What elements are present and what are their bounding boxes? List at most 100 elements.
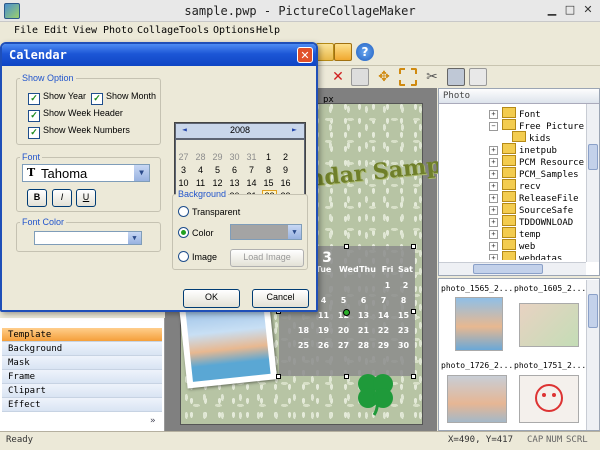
- scrollbar-thumb[interactable]: [588, 294, 598, 328]
- resize-handle[interactable]: [411, 244, 416, 249]
- calendar-day[interactable]: 3: [177, 165, 190, 175]
- calendar-day[interactable]: 12: [211, 178, 224, 188]
- expand-icon[interactable]: +: [489, 182, 498, 191]
- calendar-day[interactable]: 1: [262, 152, 275, 162]
- chevron-down-icon[interactable]: ▼: [134, 165, 149, 181]
- rotate-handle[interactable]: [343, 309, 350, 316]
- calendar-day[interactable]: 31: [245, 152, 258, 162]
- chevron-down-icon[interactable]: ▼: [288, 225, 301, 239]
- expand-icon[interactable]: +: [489, 170, 498, 179]
- panel-item-effect[interactable]: Effect: [2, 398, 162, 412]
- expand-icon[interactable]: +: [489, 146, 498, 155]
- save-icon[interactable]: [316, 43, 334, 61]
- menu-tools[interactable]: Tools: [179, 25, 209, 36]
- calendar-day[interactable]: 7: [245, 165, 258, 175]
- calendar-day[interactable]: 11: [194, 178, 207, 188]
- calendar-day[interactable]: 13: [228, 178, 241, 188]
- expand-icon[interactable]: +: [489, 218, 498, 227]
- menu-help[interactable]: Help: [256, 25, 280, 36]
- cancel-button[interactable]: Cancel: [252, 289, 309, 308]
- tree-item[interactable]: + webdatas: [489, 251, 562, 260]
- calendar-day[interactable]: 5: [211, 165, 224, 175]
- italic-button[interactable]: I: [52, 189, 72, 207]
- expand-icon[interactable]: +: [489, 110, 498, 119]
- delete-icon[interactable]: ✕: [329, 68, 347, 86]
- calendar-day[interactable]: 16: [279, 178, 292, 188]
- underline-button[interactable]: U: [76, 189, 96, 207]
- expand-icon[interactable]: +: [489, 158, 498, 167]
- panel-item-clipart[interactable]: Clipart: [2, 384, 162, 398]
- panel-item-template[interactable]: Template: [2, 328, 162, 342]
- resize-handle[interactable]: [411, 374, 416, 379]
- next-year-icon[interactable]: ►: [292, 125, 297, 134]
- calendar-day[interactable]: 15: [262, 178, 275, 188]
- expand-icon[interactable]: +: [489, 230, 498, 239]
- dialog-close-icon[interactable]: ✕: [297, 47, 313, 63]
- font-color-select[interactable]: ▼: [34, 231, 142, 245]
- resize-handle[interactable]: [411, 309, 416, 314]
- vertical-scrollbar[interactable]: [586, 104, 599, 262]
- calendar-day[interactable]: 6: [228, 165, 241, 175]
- menu-options[interactable]: Options: [213, 25, 255, 36]
- calendar-day[interactable]: 14: [245, 178, 258, 188]
- font-select[interactable]: T Tahoma ▼: [22, 164, 150, 182]
- show-week-header-checkbox[interactable]: ✓ Show Week Header: [28, 108, 123, 122]
- show-week-numbers-checkbox[interactable]: ✓ Show Week Numbers: [28, 125, 130, 139]
- menu-file[interactable]: File: [14, 25, 38, 36]
- move-icon[interactable]: ✥: [375, 68, 393, 86]
- color-radio[interactable]: Color: [178, 227, 214, 238]
- show-year-checkbox[interactable]: ✓ Show Year: [28, 91, 86, 105]
- copy-icon[interactable]: [447, 68, 465, 86]
- expand-icon[interactable]: +: [489, 242, 498, 251]
- expand-icon[interactable]: +: [489, 206, 498, 215]
- prev-year-icon[interactable]: ◄: [182, 125, 187, 134]
- resize-handle[interactable]: [276, 374, 281, 379]
- thumbnail-scrollbar[interactable]: [586, 280, 599, 430]
- calendar-day[interactable]: 27: [177, 152, 190, 162]
- rotate-icon[interactable]: [351, 68, 369, 86]
- maximize-icon[interactable]: □: [562, 3, 578, 18]
- open-folder-icon[interactable]: [334, 43, 352, 61]
- ok-button[interactable]: OK: [183, 289, 240, 308]
- expand-panel-icon[interactable]: »: [150, 416, 155, 426]
- minimize-icon[interactable]: ▁: [544, 3, 560, 18]
- crop-icon[interactable]: [399, 68, 417, 86]
- horizontal-scrollbar[interactable]: [439, 262, 586, 275]
- chevron-down-icon[interactable]: ▼: [128, 232, 141, 244]
- menu-collage[interactable]: Collage: [137, 25, 179, 36]
- transparent-radio[interactable]: Transparent: [178, 206, 240, 217]
- menu-photo[interactable]: Photo: [103, 25, 133, 36]
- help-icon[interactable]: ?: [356, 43, 374, 61]
- scrollbar-thumb[interactable]: [588, 144, 598, 170]
- panel-item-background[interactable]: Background: [2, 342, 162, 356]
- show-month-checkbox[interactable]: ✓ Show Month: [91, 91, 156, 105]
- clover-clipart[interactable]: [352, 370, 398, 416]
- scrollbar-thumb[interactable]: [473, 264, 543, 274]
- menu-edit[interactable]: Edit: [44, 25, 68, 36]
- load-image-button[interactable]: Load Image: [230, 249, 304, 267]
- bold-button[interactable]: B: [27, 189, 47, 207]
- calendar-day[interactable]: 9: [279, 165, 292, 175]
- paste-icon[interactable]: [469, 68, 487, 86]
- calendar-day[interactable]: 28: [194, 152, 207, 162]
- image-radio[interactable]: Image: [178, 251, 217, 262]
- calendar-day[interactable]: 30: [228, 152, 241, 162]
- resize-handle[interactable]: [344, 374, 349, 379]
- close-window-icon[interactable]: ✕: [580, 3, 596, 18]
- panel-item-frame[interactable]: Frame: [2, 370, 162, 384]
- menu-view[interactable]: View: [73, 25, 97, 36]
- cut-icon[interactable]: ✂: [423, 68, 441, 86]
- photo-thumbnail[interactable]: [447, 375, 507, 423]
- photo-thumbnail[interactable]: [519, 375, 579, 423]
- expand-icon[interactable]: +: [489, 254, 498, 260]
- calendar-day[interactable]: 4: [194, 165, 207, 175]
- calendar-day[interactable]: 10: [177, 178, 190, 188]
- expand-icon[interactable]: +: [489, 194, 498, 203]
- resize-handle[interactable]: [344, 244, 349, 249]
- photo-thumbnail[interactable]: [519, 303, 579, 347]
- calendar-day[interactable]: 29: [211, 152, 224, 162]
- background-color-select[interactable]: ▼: [230, 224, 302, 240]
- calendar-day[interactable]: 2: [279, 152, 292, 162]
- photo-thumbnail[interactable]: [455, 297, 503, 351]
- collapse-icon[interactable]: −: [489, 122, 498, 131]
